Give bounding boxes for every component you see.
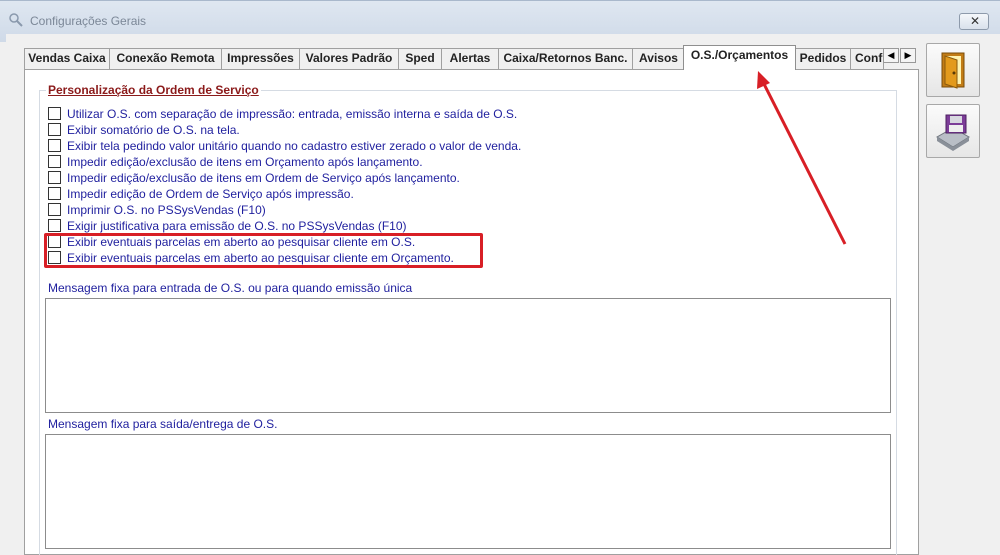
annotation-arrow bbox=[757, 71, 847, 245]
tab-os-orcamentos[interactable]: O.S./Orçamentos bbox=[683, 45, 796, 70]
